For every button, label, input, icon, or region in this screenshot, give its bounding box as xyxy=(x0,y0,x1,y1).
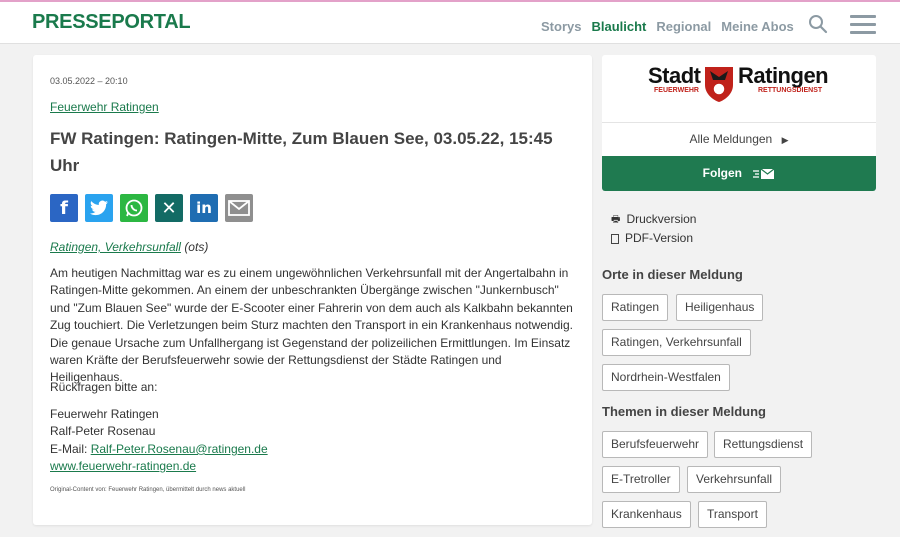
linkedin-icon[interactable]: in xyxy=(190,194,218,222)
article-card: 03.05.2022 – 20:10 Feuerwehr Ratingen FW… xyxy=(33,55,592,525)
xing-icon[interactable]: ✕ xyxy=(155,194,183,222)
contact-block: Feuerwehr Ratingen Ralf-Peter Rosenau E-… xyxy=(50,406,268,476)
topic-chip[interactable]: Transport xyxy=(698,501,767,528)
pdf-link[interactable]: PDF-Version xyxy=(611,229,696,248)
nav-storys[interactable]: Storys xyxy=(541,19,581,34)
share-bar: f ✕ in xyxy=(50,194,253,222)
all-messages-link[interactable]: Alle Meldungen ▶ xyxy=(602,123,876,156)
place-chip[interactable]: Heiligenhaus xyxy=(676,294,764,321)
document-icon xyxy=(611,233,619,244)
topic-chip[interactable]: Berufsfeuerwehr xyxy=(602,431,709,458)
ots-label: (ots) xyxy=(184,240,209,254)
stadt-ratingen-logo[interactable]: Stadt Ratingen FEUERWEHR RETTUNGSDIENST xyxy=(602,55,876,123)
nav-meine-abos[interactable]: Meine Abos xyxy=(721,19,793,34)
tags-link[interactable]: Ratingen, Verkehrsunfall xyxy=(50,240,181,254)
hamburger-menu-icon[interactable] xyxy=(850,15,876,35)
triangle-right-icon: ▶ xyxy=(781,135,789,145)
mail-icon[interactable] xyxy=(225,194,253,222)
topic-chip[interactable]: Rettungsdienst xyxy=(714,431,813,458)
org-card: Stadt Ratingen FEUERWEHR RETTUNGSDIENST … xyxy=(602,55,876,191)
facebook-icon[interactable]: f xyxy=(50,194,78,222)
topic-chip[interactable]: Verkehrsunfall xyxy=(687,466,782,493)
topic-chip[interactable]: Krankenhaus xyxy=(602,501,691,528)
mail-speed-icon xyxy=(753,168,775,179)
questions-label: Rückfragen bitte an: xyxy=(50,380,158,394)
whatsapp-icon[interactable] xyxy=(120,194,148,222)
follow-button[interactable]: Folgen xyxy=(602,156,876,191)
printer-icon: 🖶 xyxy=(611,214,621,225)
original-content-note: Original-Content von: Feuerwehr Ratingen… xyxy=(50,487,246,493)
article-date: 03.05.2022 – 20:10 xyxy=(50,76,128,86)
source-link[interactable]: Feuerwehr Ratingen xyxy=(50,100,159,114)
site-header: PRESSEPORTAL Storys Blaulicht Regional M… xyxy=(0,2,900,44)
article-body: Am heutigen Nachmittag war es zu einem u… xyxy=(50,266,573,385)
main-nav: Storys Blaulicht Regional Meine Abos xyxy=(541,19,794,34)
topics-heading: Themen in dieser Meldung xyxy=(602,404,766,419)
place-chip[interactable]: Ratingen, Verkehrsunfall xyxy=(602,329,751,356)
email-label: E-Mail: xyxy=(50,441,88,456)
place-chip[interactable]: Ratingen xyxy=(602,294,669,321)
contact-org: Feuerwehr Ratingen xyxy=(50,407,159,421)
contact-name: Ralf-Peter Rosenau xyxy=(50,424,156,439)
places-heading: Orte in dieser Meldung xyxy=(602,267,743,282)
print-link[interactable]: 🖶 Druckversion xyxy=(611,210,696,229)
search-icon[interactable] xyxy=(808,14,828,34)
presseportal-logo[interactable]: PRESSEPORTAL xyxy=(32,11,191,34)
coat-of-arms-icon xyxy=(705,67,733,102)
nav-regional[interactable]: Regional xyxy=(656,19,711,34)
email-link[interactable]: Ralf-Peter.Rosenau@ratingen.de xyxy=(91,442,268,456)
topic-chip[interactable]: E-Tretroller xyxy=(602,466,680,493)
document-links: 🖶 Druckversion PDF-Version xyxy=(611,210,696,248)
website-link[interactable]: www.feuerwehr-ratingen.de xyxy=(50,459,196,473)
nav-blaulicht[interactable]: Blaulicht xyxy=(591,19,646,34)
place-chip[interactable]: Nordrhein-Westfalen xyxy=(602,364,730,391)
twitter-icon[interactable] xyxy=(85,194,113,222)
article-tags: Ratingen, Verkehrsunfall (ots) xyxy=(50,240,208,254)
article-title: FW Ratingen: Ratingen-Mitte, Zum Blauen … xyxy=(50,129,553,175)
